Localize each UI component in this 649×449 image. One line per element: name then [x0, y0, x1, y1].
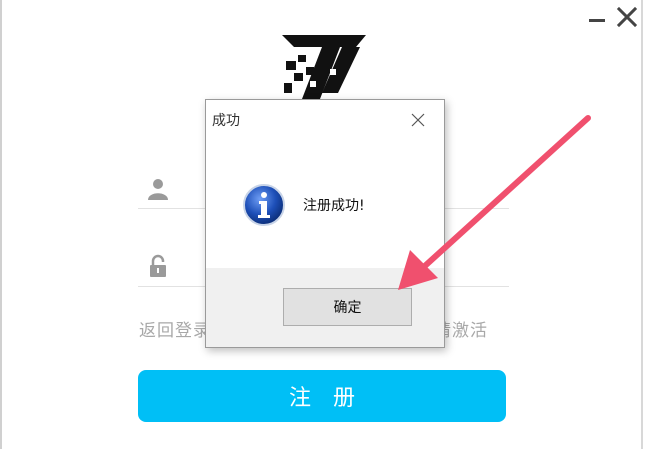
dialog-footer: 确定 — [206, 268, 444, 347]
window-edge-right — [641, 0, 643, 449]
success-dialog: 成功 注册成功! 确定 — [205, 99, 445, 348]
back-to-login-link[interactable]: 返回登录 — [139, 316, 211, 341]
dialog-ok-button[interactable]: 确定 — [283, 288, 412, 326]
lock-icon — [150, 254, 166, 277]
user-icon — [148, 179, 168, 200]
logo — [282, 35, 366, 99]
dialog-close-button[interactable] — [406, 108, 430, 132]
register-button[interactable]: 注册 — [138, 370, 506, 422]
info-icon — [243, 184, 285, 226]
register-window: 返回登录 请激活 注册 成功 注册成功! 确定 — [0, 0, 649, 449]
dialog-close-icon — [411, 113, 425, 127]
close-icon — [616, 6, 638, 28]
dialog-title: 成功 — [212, 113, 240, 129]
close-button[interactable] — [614, 4, 640, 30]
dialog-message: 注册成功! — [303, 198, 365, 214]
minimize-icon — [589, 19, 605, 22]
window-edge-left — [0, 0, 2, 449]
minimize-button[interactable] — [584, 4, 610, 30]
